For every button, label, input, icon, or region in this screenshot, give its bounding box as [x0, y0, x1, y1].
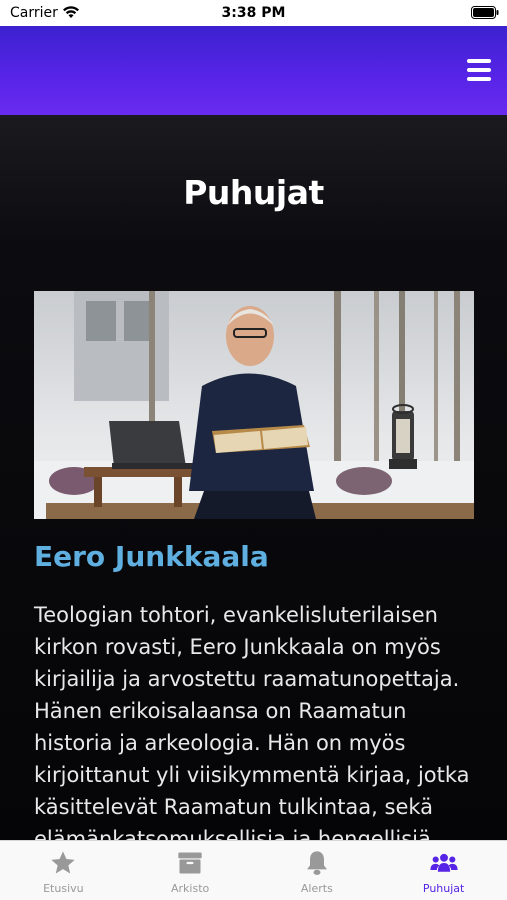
speakers-content[interactable]: Puhujat Eero Junkkaala Teologian tohtori… — [0, 115, 507, 840]
star-icon — [51, 851, 76, 874]
speaker-photo — [34, 291, 474, 519]
battery-icon — [471, 6, 499, 19]
clock-time: 3:38 PM — [221, 5, 286, 21]
app-screen: Carrier 3:38 PM Puhujat Eero Junkkaala T… — [0, 0, 507, 900]
app-header — [0, 26, 507, 115]
tab-label: Etusivu — [43, 882, 84, 895]
tab-label: Puhujat — [422, 882, 465, 895]
users-icon — [430, 853, 458, 872]
tab-label: Arkisto — [171, 882, 210, 895]
tab-etusivu[interactable]: Etusivu — [0, 841, 127, 900]
tab-puhujat[interactable]: Puhujat — [380, 841, 507, 900]
bell-icon — [306, 851, 327, 875]
tab-label: Alerts — [300, 882, 333, 895]
tab-alerts[interactable]: Alerts — [254, 841, 381, 900]
speaker-bio: Teologian tohtori, evankelisluterilaisen… — [34, 603, 470, 840]
tab-bar: Etusivu Arkisto Alerts Puhujat — [0, 840, 507, 900]
archive-box-icon — [178, 852, 202, 874]
hamburger-menu-icon[interactable] — [467, 59, 491, 81]
status-bar: Carrier 3:38 PM — [0, 0, 507, 26]
tab-arkisto[interactable]: Arkisto — [127, 841, 254, 900]
speaker-name: Eero Junkkaala — [34, 540, 269, 573]
page-title: Puhujat — [183, 173, 324, 212]
